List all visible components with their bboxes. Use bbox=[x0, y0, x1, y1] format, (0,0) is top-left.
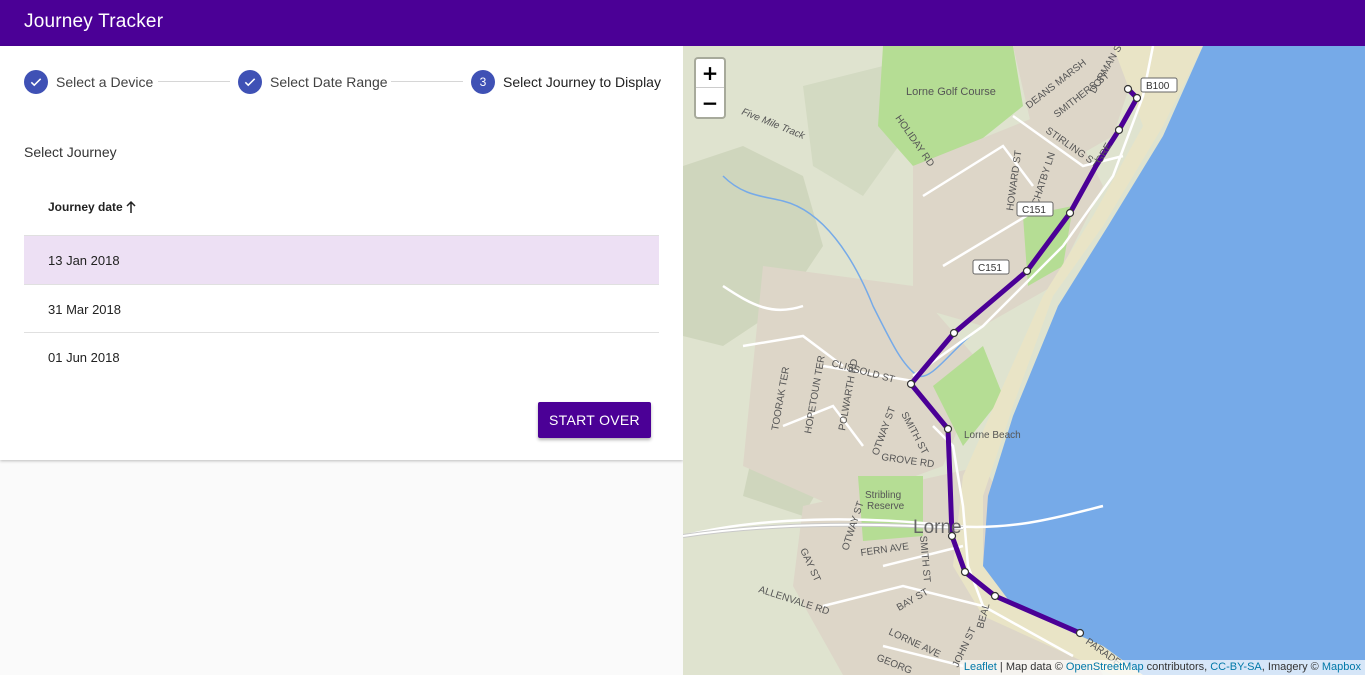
leaflet-link[interactable]: Leaflet bbox=[964, 661, 997, 673]
mapbox-link[interactable]: Mapbox bbox=[1322, 661, 1361, 673]
map[interactable]: Lorne Golf Course Five Mile Track HOLIDA… bbox=[683, 46, 1365, 675]
map-label: HOLIDAY RD bbox=[893, 113, 937, 169]
map-label: Stribling bbox=[865, 490, 901, 501]
map-labels: Lorne Golf Course Five Mile Track HOLIDA… bbox=[740, 46, 1178, 675]
map-label: OTWAY ST bbox=[870, 405, 898, 457]
map-label: GEORG bbox=[875, 653, 914, 675]
map-label: LORNE AVE bbox=[887, 627, 943, 661]
zoom-control: + − bbox=[694, 57, 726, 119]
map-attribution: Leaflet | Map data © OpenStreetMap contr… bbox=[959, 660, 1365, 675]
table-row[interactable]: 13 Jan 2018 bbox=[24, 236, 659, 285]
step-select-journey[interactable]: 3 Select Journey to Display bbox=[471, 70, 661, 94]
map-label: HOPETOUN TER bbox=[803, 355, 828, 435]
step-connector bbox=[391, 81, 463, 82]
stepper: Select a Device Select Date Range 3 Sele… bbox=[24, 70, 661, 94]
map-label: Reserve bbox=[867, 501, 905, 512]
journey-table: Journey date 13 Jan 2018 31 Mar 2018 01 … bbox=[24, 182, 659, 381]
map-label: Five Mile Track bbox=[740, 107, 807, 143]
map-label: OTWAY ST bbox=[840, 500, 866, 552]
table-row[interactable]: 01 Jun 2018 bbox=[24, 333, 659, 381]
map-label: Lorne Golf Course bbox=[906, 86, 996, 98]
attribution-text: , Imagery © bbox=[1261, 661, 1322, 673]
arrow-up-icon bbox=[126, 200, 136, 213]
app-bar: Journey Tracker bbox=[0, 0, 1365, 46]
column-header-label: Journey date bbox=[48, 200, 123, 214]
start-over-button[interactable]: START OVER bbox=[538, 402, 651, 438]
map-label: GRE bbox=[1094, 141, 1115, 166]
map-label: GAY ST bbox=[797, 547, 822, 584]
step-label: Select Date Range bbox=[270, 74, 388, 90]
table-row[interactable]: 31 Mar 2018 bbox=[24, 285, 659, 333]
map-label: Lorne Beach bbox=[964, 430, 1021, 441]
step-label: Select a Device bbox=[56, 74, 154, 90]
check-icon bbox=[24, 70, 48, 94]
map-label: FERN AVE bbox=[860, 541, 910, 559]
app-title: Journey Tracker bbox=[24, 11, 164, 32]
route-shield: B100 bbox=[1146, 81, 1170, 92]
step-label: Select Journey to Display bbox=[503, 74, 661, 90]
journey-date-cell: 01 Jun 2018 bbox=[48, 350, 120, 365]
map-label: TOORAK TER bbox=[770, 366, 792, 432]
step-connector bbox=[158, 81, 230, 82]
map-label: CHATBY LN bbox=[1030, 151, 1058, 207]
map-label: CLISSOLD ST bbox=[830, 358, 896, 385]
map-label: SMITH ST bbox=[917, 535, 932, 582]
step-select-device[interactable]: Select a Device bbox=[24, 70, 153, 94]
table-header: Journey date bbox=[24, 182, 659, 236]
route-shield: C151 bbox=[978, 263, 1002, 274]
map-label: BEAL bbox=[975, 602, 992, 630]
section-title: Select Journey bbox=[24, 144, 117, 160]
license-link[interactable]: CC-BY-SA bbox=[1210, 661, 1262, 673]
journey-date-cell: 13 Jan 2018 bbox=[48, 253, 120, 268]
step-number: 3 bbox=[471, 70, 495, 94]
zoom-in-button[interactable]: + bbox=[696, 59, 724, 88]
map-label: BAY ST bbox=[895, 587, 931, 614]
map-label: GROVE RD bbox=[881, 452, 935, 470]
step-select-date-range[interactable]: Select Date Range bbox=[238, 70, 388, 94]
column-header-journey-date[interactable]: Journey date bbox=[48, 200, 137, 214]
map-label: SMITH ST bbox=[898, 410, 930, 456]
map-label: DORMAN ST bbox=[1088, 46, 1128, 96]
map-label: ALLENVALE RD bbox=[757, 584, 831, 617]
attribution-text: | Map data © bbox=[996, 661, 1066, 673]
zoom-out-button[interactable]: − bbox=[696, 88, 724, 117]
osm-link[interactable]: OpenStreetMap bbox=[1066, 661, 1144, 673]
journey-date-cell: 31 Mar 2018 bbox=[48, 302, 121, 317]
attribution-text: contributors, bbox=[1143, 661, 1211, 673]
map-label: Lorne bbox=[913, 517, 962, 538]
check-icon bbox=[238, 70, 262, 94]
journey-panel: Select a Device Select Date Range 3 Sele… bbox=[0, 46, 683, 460]
route-shield: C151 bbox=[1022, 205, 1046, 216]
